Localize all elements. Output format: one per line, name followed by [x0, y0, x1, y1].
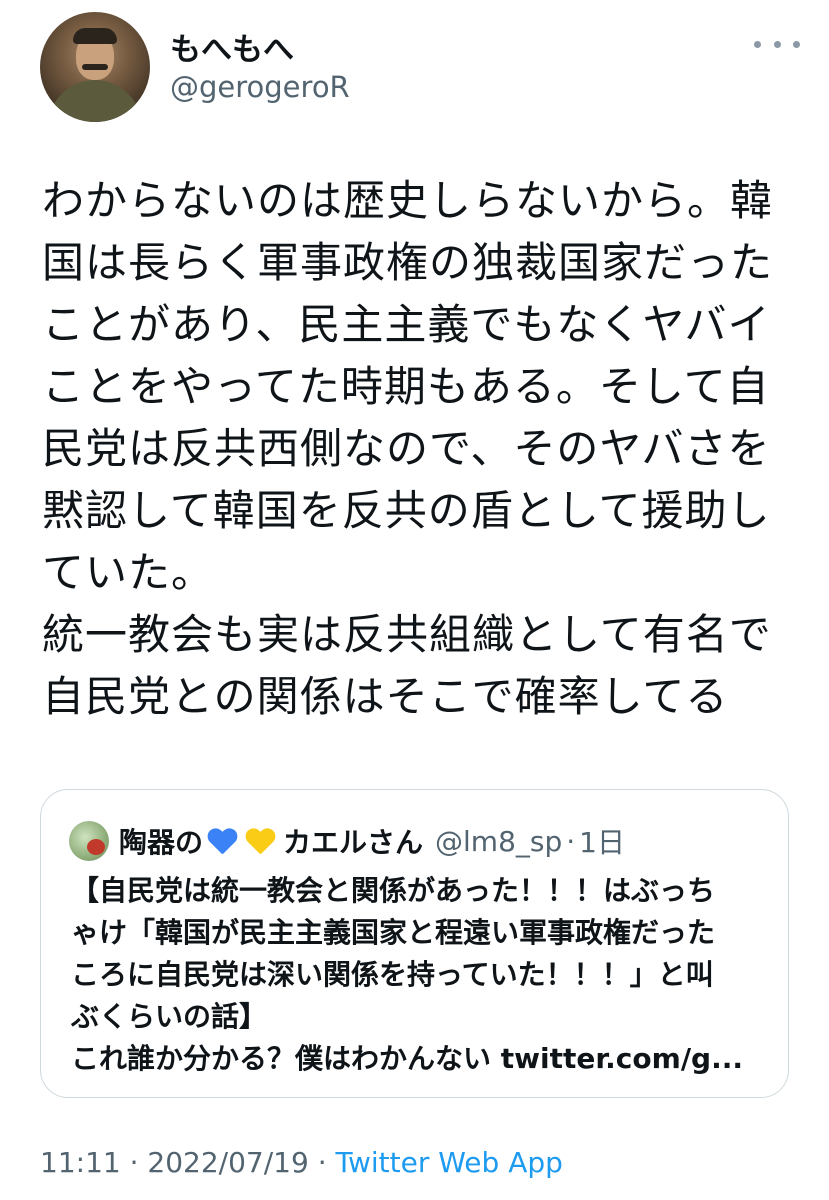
tweet-line: ことがあり、民主主義でもなくヤバイ: [42, 300, 771, 349]
more-dot: [793, 40, 800, 48]
quoted-tweet-header: 陶器の カエルさん @lm8_sp · 1日: [69, 820, 625, 862]
tweet-line: わからないのは歴史しらないから。韓: [42, 176, 774, 225]
quoted-author-name: 陶器の: [119, 826, 204, 859]
tweet-line: 国は長らく軍事政権の独裁国家だった: [42, 238, 774, 287]
author-display-name[interactable]: もへもへ: [170, 24, 294, 69]
quoted-line: ころに自民党は深い関係を持っていた！！！」と叫: [71, 958, 714, 991]
quoted-timestamp: 1日: [579, 826, 625, 859]
quoted-author-handle: @lm8_sp: [435, 824, 563, 858]
avatar-moustache: [82, 64, 108, 70]
quoted-tweet-card[interactable]: 陶器の カエルさん @lm8_sp · 1日 【自民党は統一教会と関係があった！…: [40, 789, 789, 1098]
tweet-line: 統一教会も実は反共組織として有名で: [42, 610, 772, 659]
tweet-line: ことをやってた時期もある。そして自: [42, 362, 770, 411]
author-avatar[interactable]: [40, 12, 150, 122]
more-dot: [773, 40, 781, 48]
tweet-source-link[interactable]: Twitter Web App: [336, 1146, 563, 1179]
meta-separator: ·: [308, 1146, 336, 1179]
quoted-line: 【自民党は統一教会と関係があった！！！はぶっち: [71, 874, 716, 907]
quoted-line: これ誰か分かる？僕はわかんない twitter.com/g...: [71, 1042, 744, 1075]
tweet-date[interactable]: 2022/07/19: [147, 1146, 308, 1179]
tweet-line: 黙認して韓国を反共の盾として援助し: [42, 486, 771, 535]
avatar-uniform: [48, 80, 142, 122]
quoted-author-name-suffix: カエルさん: [283, 826, 424, 859]
more-options-icon[interactable]: [754, 36, 800, 52]
meta-separator: ·: [120, 1146, 148, 1179]
yellow-heart-icon: [245, 827, 275, 855]
tweet-line: 民党は反共西側なので、そのヤバさを: [42, 424, 771, 473]
tweet-header: もへもへ @gerogeroR: [40, 12, 800, 122]
author-handle[interactable]: @gerogeroR: [170, 70, 350, 104]
tweet-line: 自民党との関係はそこで確率してる: [42, 672, 729, 721]
quoted-author-avatar: [69, 821, 109, 861]
avatar-hair: [73, 28, 117, 44]
tweet-time[interactable]: 11:11: [40, 1146, 121, 1179]
more-dot: [754, 40, 761, 48]
quoted-tweet-text: 【自民党は統一教会と関係があった！！！はぶっち ゃけ「韓国が民主主義国家と程遠い…: [71, 870, 771, 1080]
blue-heart-icon: [207, 827, 237, 855]
tweet-line: ていた。: [42, 548, 215, 597]
tweet-text: わからないのは歴史しらないから。韓 国は長らく軍事政権の独裁国家だった ことがあ…: [42, 170, 812, 728]
quoted-line: ゃけ「韓国が民主主義国家と程遠い軍事政権だった: [71, 916, 716, 949]
quoted-separator: ·: [566, 824, 576, 858]
quoted-line: ぶくらいの話】: [71, 1000, 268, 1033]
tweet-metadata: 11:11 · 2022/07/19 · Twitter Web App: [40, 1146, 563, 1179]
